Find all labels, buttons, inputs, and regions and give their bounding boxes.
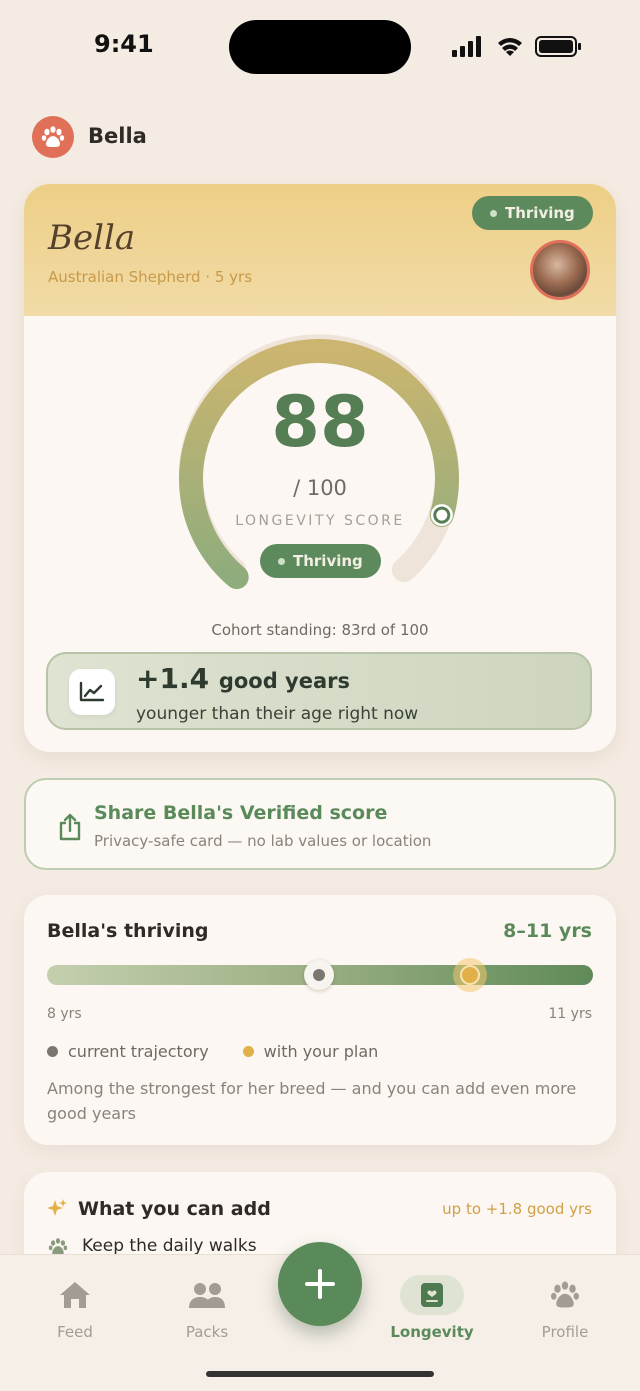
pet-breed-age: Australian Shepherd · 5 yrs — [48, 268, 253, 286]
legend-current-dot — [47, 1046, 58, 1057]
pet-photo[interactable] — [530, 240, 590, 300]
good-years-headline: +1.4 good years — [136, 662, 350, 695]
score-out-of: / 100 — [293, 476, 347, 500]
wifi-icon — [498, 38, 522, 56]
paw-icon — [41, 126, 65, 147]
header-pet-name[interactable]: Bella — [88, 124, 147, 148]
good-years-subtitle: younger than their age right now — [136, 704, 419, 724]
people-icon — [175, 1275, 239, 1315]
plus-icon — [305, 1269, 335, 1299]
legend-current-label: current trajectory — [68, 1042, 209, 1061]
tab-profile[interactable]: Profile — [505, 1275, 625, 1341]
share-title: Share Bella's Verified score — [94, 802, 388, 824]
add-title: What you can add — [78, 1198, 271, 1220]
legend-plan-label: with your plan — [263, 1042, 379, 1061]
home-icon — [43, 1275, 107, 1315]
current-trajectory-marker — [304, 960, 334, 990]
range-min-label: 8 yrs — [47, 1006, 82, 1022]
thriving-range: 8–11 yrs — [503, 920, 592, 942]
add-fab-button[interactable] — [278, 1242, 362, 1326]
tab-longevity[interactable]: Longevity — [372, 1275, 492, 1341]
trend-chart-icon — [69, 669, 115, 715]
thriving-title: Bella's thriving — [47, 920, 209, 942]
add-item: Keep the daily walks — [82, 1236, 257, 1256]
longevity-score-card: Bella Australian Shepherd · 5 yrs Thrivi… — [24, 184, 616, 752]
signal-icon — [452, 36, 481, 57]
thriving-card: Bella's thriving 8–11 yrs 8 yrs 11 yrs c… — [24, 895, 616, 1145]
thriving-legend: current trajectory with your plan — [47, 1042, 378, 1061]
good-years-unit: good years — [218, 669, 351, 693]
battery-icon — [535, 36, 581, 57]
home-indicator[interactable] — [206, 1371, 434, 1377]
share-score-card[interactable]: Share Bella's Verified score Privacy-saf… — [24, 778, 616, 870]
tab-feed-label: Feed — [57, 1323, 93, 1341]
with-plan-marker — [453, 958, 487, 992]
tab-profile-label: Profile — [541, 1323, 589, 1341]
good-years-panel[interactable]: +1.4 good years younger than their age r… — [46, 652, 592, 730]
status-dot-icon — [278, 557, 285, 565]
tab-longevity-label: Longevity — [390, 1323, 474, 1341]
score-label: LONGEVITY SCORE — [235, 513, 405, 529]
share-icon — [59, 813, 81, 841]
status-badge: Thriving — [472, 196, 593, 230]
status-time: 9:41 — [94, 30, 154, 58]
cohort-standing: Cohort standing: 83rd of 100 — [211, 621, 429, 639]
longevity-icon — [400, 1275, 464, 1315]
good-years-value: +1.4 — [136, 662, 210, 695]
paw-icon — [533, 1275, 597, 1315]
tab-feed[interactable]: Feed — [15, 1275, 135, 1341]
status-badge-label: Thriving — [505, 204, 575, 222]
score-gauge — [178, 334, 459, 590]
thriving-note: Among the strongest for her breed — and … — [47, 1079, 577, 1123]
sparkle-icon — [47, 1199, 67, 1216]
legend-plan-dot — [242, 1046, 254, 1057]
status-icons — [452, 36, 581, 57]
pet-title: Bella — [48, 218, 136, 258]
tab-packs-label: Packs — [185, 1323, 229, 1341]
share-subtitle: Privacy-safe card — no lab values or loc… — [94, 832, 432, 850]
tab-packs[interactable]: Packs — [147, 1275, 267, 1341]
range-max-label: 11 yrs — [548, 1006, 592, 1022]
pet-avatar-button[interactable] — [32, 116, 74, 158]
add-amount: up to +1.8 good yrs — [442, 1200, 592, 1218]
dynamic-island — [229, 20, 411, 74]
gauge-status-label: Thriving — [293, 552, 363, 570]
status-dot-icon — [490, 209, 497, 217]
score-value: 88 — [271, 381, 369, 463]
gauge-status-badge: Thriving — [260, 544, 381, 578]
